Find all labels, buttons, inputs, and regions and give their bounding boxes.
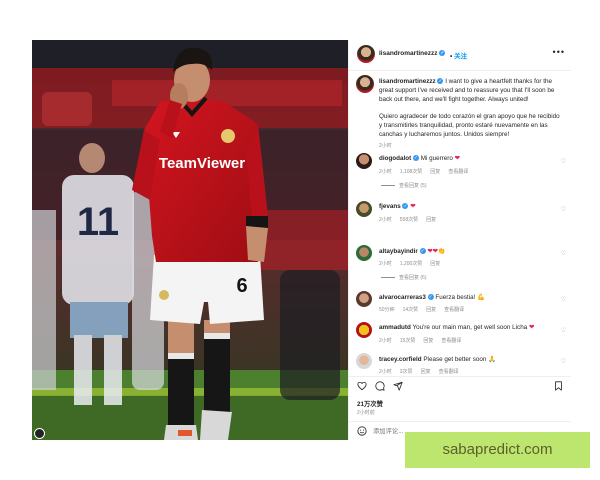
share-icon[interactable] xyxy=(393,381,403,391)
comment-like-heart-icon[interactable]: ♡ xyxy=(561,358,566,365)
commenter-avatar[interactable] xyxy=(356,291,372,307)
shorts-number: 6 xyxy=(236,275,247,297)
comment-like-heart-icon[interactable]: ♡ xyxy=(561,296,566,303)
comment-like-heart-icon[interactable]: ♡ xyxy=(561,327,566,334)
author-username[interactable]: lisandromartinezzz ✓ xyxy=(379,50,446,57)
comment-like-heart-icon[interactable]: ♡ xyxy=(561,206,566,213)
verified-badge-icon: ✓ xyxy=(439,50,446,57)
comment-meta: 2小时 558次赞 回复 xyxy=(379,217,437,223)
post-date: 2小时前 xyxy=(357,410,375,416)
caption-avatar[interactable] xyxy=(356,75,374,93)
heart-icon[interactable] xyxy=(357,381,367,391)
caption-text-en: lisandromartinezzz ✓ I want to give a he… xyxy=(379,78,555,103)
post-actions xyxy=(349,376,571,393)
more-icon[interactable]: ••• xyxy=(553,47,565,57)
tagged-users-icon[interactable] xyxy=(34,428,45,439)
verified-badge-icon: ✓ xyxy=(419,248,426,255)
comment-text: tracey.corfield Please get better soon 🙏 xyxy=(379,356,496,363)
comment-meta: 2小时 1,200次赞 回复 xyxy=(379,261,441,267)
likes-count[interactable]: 21万次赞 xyxy=(357,399,383,408)
commenter-avatar[interactable] xyxy=(356,245,372,261)
view-replies-button[interactable]: 查看回复 (5) xyxy=(399,182,427,189)
post-photo[interactable]: 11 6 TeamViewer xyxy=(32,40,348,440)
verified-badge-icon: ✓ xyxy=(427,294,434,301)
caption-time: 2小时 xyxy=(379,143,392,149)
post-sidebar: lisandromartinezzz ✓ • 关注 ••• lisandroma… xyxy=(348,40,571,440)
verified-badge-icon: ✓ xyxy=(412,155,419,162)
emoji-icon[interactable] xyxy=(357,426,367,436)
comment-icon[interactable] xyxy=(375,381,385,391)
background-player-number: 11 xyxy=(77,200,119,244)
comment-text: fjevans ✓ ❤ xyxy=(379,203,416,210)
comment-like-heart-icon[interactable]: ♡ xyxy=(561,250,566,257)
photo-illustration: 11 6 TeamViewer xyxy=(32,40,348,440)
author-avatar[interactable] xyxy=(357,45,375,63)
verified-badge-icon: ✓ xyxy=(437,78,444,85)
caption-text-es: Quiero agradecer de todo corazón el gran… xyxy=(379,113,560,138)
comment-text: alvarocarreras3 ✓ Fuerza bestia! 💪 xyxy=(379,294,485,301)
watermark-banner: sabapredict.com xyxy=(405,432,590,468)
commenter-avatar[interactable] xyxy=(356,322,372,338)
commenter-avatar[interactable] xyxy=(356,153,372,169)
comment-meta: 2小时 15次赞 回复 查看翻译 xyxy=(379,338,462,344)
caption-username[interactable]: lisandromartinezzz xyxy=(379,78,436,85)
bookmark-icon[interactable] xyxy=(554,381,563,391)
verified-badge-icon: ✓ xyxy=(402,203,409,210)
post-header: lisandromartinezzz ✓ • 关注 ••• xyxy=(349,40,571,71)
comment-like-heart-icon[interactable]: ♡ xyxy=(561,158,566,165)
watermark-text: sabapredict.com xyxy=(442,441,553,458)
commenter-avatar[interactable] xyxy=(356,201,372,217)
view-replies-button[interactable]: 查看回复 (6) xyxy=(399,274,427,281)
jersey-sponsor: TeamViewer xyxy=(159,155,245,172)
comment-meta: 50分钟 14次赞 回复 查看翻译 xyxy=(379,307,465,313)
commenter-avatar[interactable] xyxy=(356,353,372,369)
comment-text: diogodalot ✓ Mi guerrero ❤ xyxy=(379,155,460,162)
comment-meta: 2小时 1,108次赞 回复 查看翻译 xyxy=(379,169,469,175)
comment-text: altaybayindir ✓ ❤❤👏 xyxy=(379,248,446,255)
comment-meta: 2小时 3次赞 回复 查看翻译 xyxy=(379,369,459,375)
follow-button[interactable]: • 关注 xyxy=(450,50,467,60)
comment-text: ammadutd You're our main man, get well s… xyxy=(379,324,535,331)
